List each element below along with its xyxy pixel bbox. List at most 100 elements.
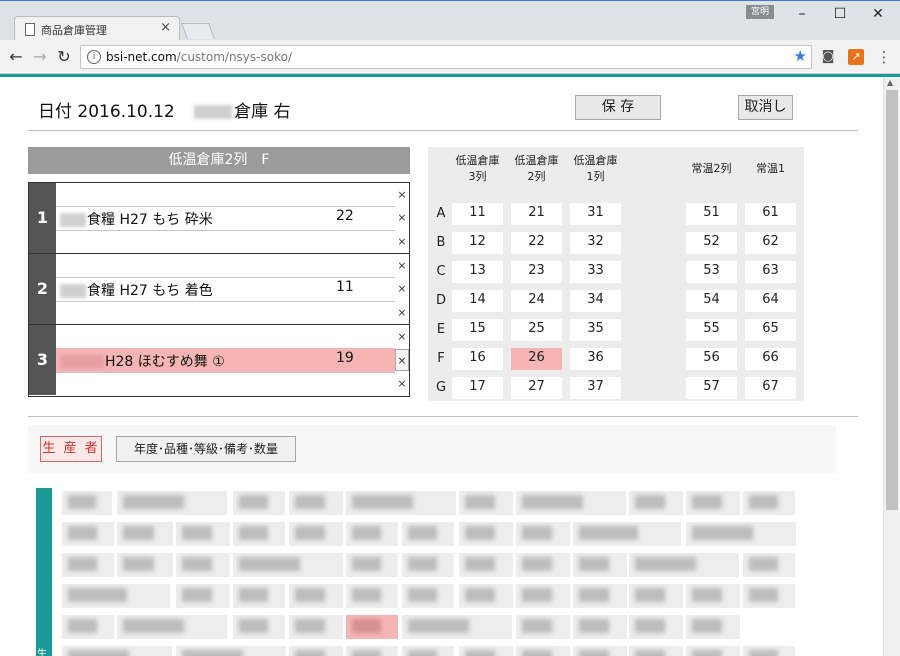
producer-item[interactable] xyxy=(117,491,227,515)
grid-cell[interactable]: 36 xyxy=(570,348,621,370)
grid-cell[interactable]: 27 xyxy=(511,377,562,399)
producer-item[interactable] xyxy=(62,522,114,546)
grid-cell[interactable]: 15 xyxy=(452,319,503,341)
grid-cell[interactable]: 64 xyxy=(745,290,796,312)
grid-cell[interactable]: 52 xyxy=(686,232,737,254)
row-product[interactable]: 食糧 H27 もち 着色 11 xyxy=(56,277,395,301)
producer-item[interactable] xyxy=(176,522,230,546)
grid-cell[interactable]: 37 xyxy=(570,377,621,399)
reload-icon[interactable]: ↻ xyxy=(54,47,74,67)
info-icon[interactable]: i xyxy=(87,50,101,64)
producer-item[interactable] xyxy=(289,584,343,608)
grid-cell[interactable]: 21 xyxy=(511,203,562,225)
producer-item[interactable] xyxy=(402,584,454,608)
grid-cell[interactable]: 56 xyxy=(686,348,737,370)
close-icon[interactable]: × xyxy=(160,20,171,35)
producer-item[interactable] xyxy=(573,615,627,639)
grid-cell[interactable]: 16 xyxy=(452,348,503,370)
producer-item[interactable] xyxy=(516,646,570,656)
producer-item[interactable] xyxy=(402,553,454,577)
producer-item[interactable] xyxy=(516,553,570,577)
producer-item[interactable] xyxy=(176,584,230,608)
producer-item[interactable] xyxy=(233,584,285,608)
producer-item[interactable] xyxy=(459,522,513,546)
grid-cell[interactable]: 55 xyxy=(686,319,737,341)
producer-filter-tab[interactable]: 生 産 者 xyxy=(40,436,102,462)
menu-icon[interactable]: ⋮ xyxy=(876,49,892,65)
producer-item[interactable] xyxy=(686,615,740,639)
producer-item[interactable] xyxy=(743,553,795,577)
row-product[interactable]: 食糧 H27 もち 砕米 22 xyxy=(56,206,395,230)
grid-cell[interactable]: 67 xyxy=(745,377,796,399)
producer-item[interactable] xyxy=(289,491,343,515)
row-product-selected[interactable]: H28 ほむすめ舞 ① 19 xyxy=(56,348,395,372)
grid-cell[interactable]: 54 xyxy=(686,290,737,312)
producer-item[interactable] xyxy=(289,615,343,639)
grid-cell[interactable]: 53 xyxy=(686,261,737,283)
grid-cell[interactable]: 13 xyxy=(452,261,503,283)
page-scrollbar[interactable]: ▲ xyxy=(883,77,900,656)
close-icon[interactable]: × xyxy=(395,326,409,348)
grid-cell[interactable]: 65 xyxy=(745,319,796,341)
grid-cell[interactable]: 25 xyxy=(511,319,562,341)
producer-item[interactable] xyxy=(117,553,173,577)
grid-cell[interactable]: 35 xyxy=(570,319,621,341)
grid-cell-selected[interactable]: 26 xyxy=(511,348,562,370)
grid-cell[interactable]: 62 xyxy=(745,232,796,254)
grid-cell[interactable]: 12 xyxy=(452,232,503,254)
producer-item[interactable] xyxy=(62,646,172,656)
cancel-button[interactable]: 取消し xyxy=(738,95,793,120)
producer-item[interactable] xyxy=(743,646,795,656)
address-bar[interactable]: i bsi-net.com/custom/nsys-soko/ ★ xyxy=(80,45,812,69)
producer-item[interactable] xyxy=(573,553,627,577)
producer-item[interactable] xyxy=(346,522,398,546)
producer-item[interactable] xyxy=(62,491,112,515)
grid-cell[interactable]: 31 xyxy=(570,203,621,225)
grid-cell[interactable]: 34 xyxy=(570,290,621,312)
producer-item[interactable] xyxy=(459,491,513,515)
minimize-icon[interactable]: – xyxy=(792,4,812,24)
producer-item[interactable] xyxy=(233,522,285,546)
producer-item[interactable] xyxy=(346,584,398,608)
grid-cell[interactable]: 63 xyxy=(745,261,796,283)
producer-item[interactable] xyxy=(176,553,230,577)
producer-item[interactable] xyxy=(233,553,343,577)
camera-icon[interactable]: ◙ xyxy=(820,49,836,65)
scroll-up-icon[interactable]: ▲ xyxy=(887,78,893,87)
producer-item[interactable] xyxy=(402,615,512,639)
grid-cell[interactable]: 14 xyxy=(452,290,503,312)
grid-cell[interactable]: 11 xyxy=(452,203,503,225)
extension-icon[interactable]: ↗ xyxy=(848,49,864,65)
producer-item[interactable] xyxy=(573,646,627,656)
producer-item[interactable] xyxy=(233,615,285,639)
grid-cell[interactable]: 61 xyxy=(745,203,796,225)
producer-item[interactable] xyxy=(516,615,570,639)
producer-item[interactable] xyxy=(743,584,795,608)
producer-item[interactable] xyxy=(402,522,454,546)
producer-item[interactable] xyxy=(686,491,740,515)
user-badge[interactable]: 宮明 xyxy=(746,5,774,19)
grid-cell[interactable]: 57 xyxy=(686,377,737,399)
producer-item[interactable] xyxy=(629,491,683,515)
close-icon[interactable]: × xyxy=(395,302,409,324)
producer-item[interactable] xyxy=(459,584,513,608)
forward-icon[interactable]: → xyxy=(30,47,50,67)
producer-item[interactable] xyxy=(743,491,795,515)
details-filter-tab[interactable]: 年度･品種･等級･備考･数量 xyxy=(116,436,296,462)
producer-item[interactable] xyxy=(289,522,343,546)
producer-item[interactable] xyxy=(686,646,740,656)
producer-item[interactable] xyxy=(516,491,626,515)
producer-item[interactable] xyxy=(117,615,227,639)
close-icon[interactable]: × xyxy=(395,184,409,206)
producer-item[interactable] xyxy=(402,646,454,656)
producer-item[interactable] xyxy=(629,615,683,639)
producer-item[interactable] xyxy=(176,646,286,656)
producer-item[interactable] xyxy=(289,646,343,656)
grid-cell[interactable]: 66 xyxy=(745,348,796,370)
save-button[interactable]: 保 存 xyxy=(575,95,661,120)
grid-cell[interactable]: 22 xyxy=(511,232,562,254)
producer-item[interactable] xyxy=(573,584,627,608)
close-icon[interactable]: × xyxy=(395,349,409,371)
new-tab-button[interactable] xyxy=(181,23,215,39)
producer-item[interactable] xyxy=(62,584,170,608)
